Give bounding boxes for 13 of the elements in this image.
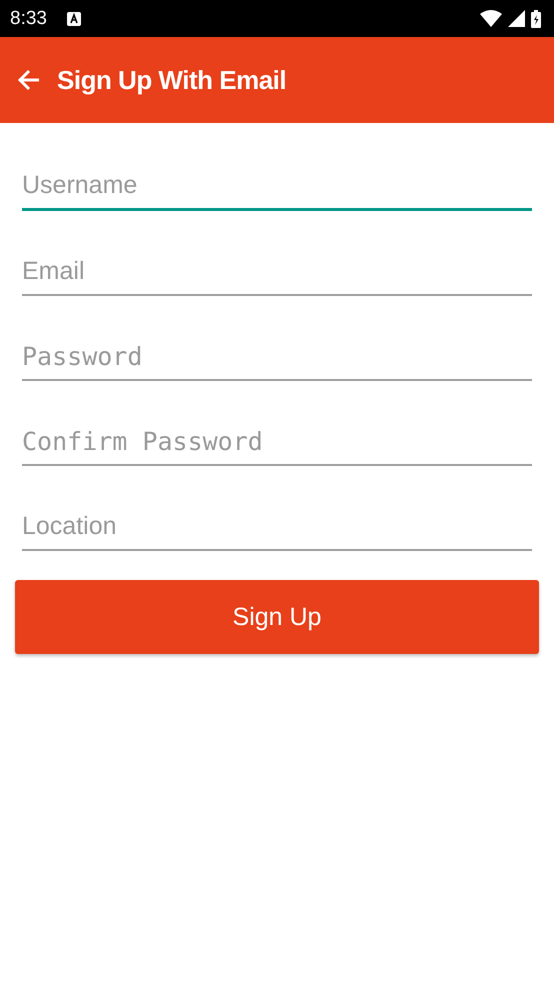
signal-icon <box>508 10 525 27</box>
input-field[interactable]: Password <box>22 333 532 381</box>
notification-icon <box>66 12 81 26</box>
wifi-icon <box>480 10 502 27</box>
status-time: 8:33 <box>10 8 47 30</box>
input-field[interactable]: Confirm Password <box>22 418 532 466</box>
input-field[interactable]: Username <box>22 163 532 211</box>
sign-up-button[interactable]: Sign Up <box>15 580 539 654</box>
input-field[interactable]: Email <box>22 248 532 296</box>
screen-title: Sign Up With Email <box>57 64 286 96</box>
back-arrow-icon[interactable] <box>17 68 41 92</box>
battery-icon <box>531 10 541 28</box>
input-field[interactable]: Location <box>22 503 532 551</box>
